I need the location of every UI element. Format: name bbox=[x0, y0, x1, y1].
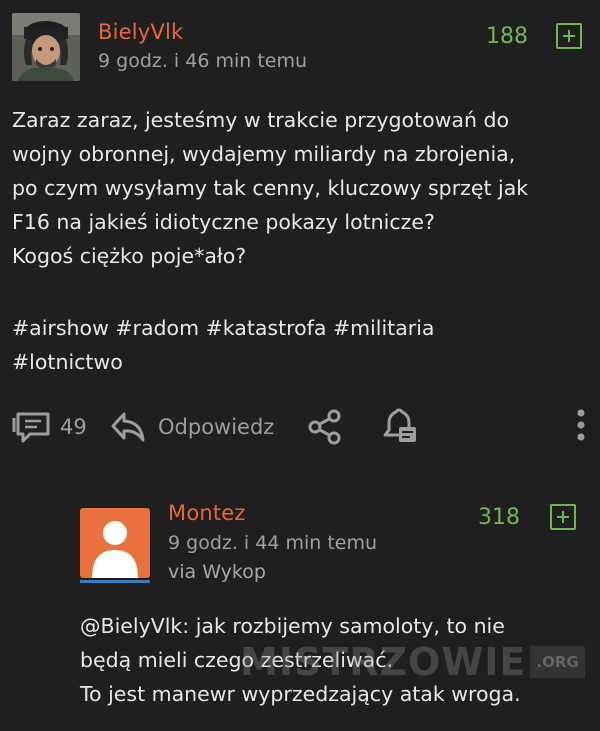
share-button[interactable] bbox=[306, 408, 344, 446]
reply-timestamp[interactable]: 9 godz. i 44 min temu bbox=[168, 532, 377, 554]
reply-button[interactable]: Odpowiedz bbox=[110, 410, 274, 444]
user-placeholder-icon bbox=[80, 521, 150, 578]
comments-count: 49 bbox=[60, 415, 87, 439]
comment-icon bbox=[12, 410, 52, 444]
comments-button[interactable]: 49 bbox=[12, 410, 87, 444]
post-upvote-plus-icon[interactable] bbox=[556, 23, 582, 49]
avatar-gender-bar bbox=[80, 580, 150, 583]
reply-body-text: @BielyVlk: jak rozbijemy samoloty, to ni… bbox=[80, 614, 521, 706]
reply-upvote-plus-icon[interactable] bbox=[550, 504, 576, 530]
reply-vote-count: 318 bbox=[478, 505, 520, 530]
post-tags[interactable]: #airshow #radom #katastrofa #militaria #… bbox=[12, 311, 592, 379]
post-author-avatar[interactable] bbox=[12, 13, 80, 81]
post-body-text: Zaraz zaraz, jesteśmy w trakcie przygoto… bbox=[12, 108, 529, 268]
more-options-button[interactable] bbox=[576, 408, 586, 442]
reply-author-avatar[interactable] bbox=[80, 508, 150, 578]
post-timestamp[interactable]: 9 godz. i 46 min temu bbox=[98, 50, 307, 72]
post-vote-count: 188 bbox=[486, 24, 528, 49]
reply-arrow-icon bbox=[110, 410, 146, 444]
reply-label: Odpowiedz bbox=[158, 415, 275, 439]
notify-button[interactable] bbox=[380, 408, 418, 446]
share-icon bbox=[306, 408, 344, 446]
notification-bell-icon bbox=[380, 408, 418, 446]
more-options-icon bbox=[576, 408, 586, 442]
reply-via-source: via Wykop bbox=[168, 561, 266, 583]
post-author-name[interactable]: BielyVlk bbox=[98, 20, 183, 44]
reply-author-name[interactable]: Montez bbox=[168, 501, 246, 525]
